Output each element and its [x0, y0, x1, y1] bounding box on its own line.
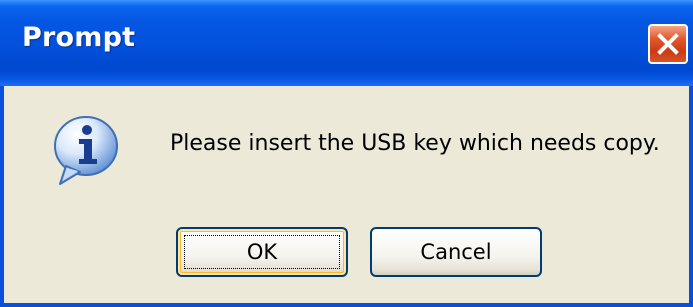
- title-bar[interactable]: Prompt: [0, 0, 693, 86]
- focus-rectangle: [184, 235, 340, 269]
- close-button[interactable]: [648, 24, 688, 64]
- info-icon: [54, 116, 118, 185]
- close-icon: [657, 33, 679, 55]
- dialog-message: Please insert the USB key which needs co…: [170, 131, 660, 156]
- cancel-button-label: Cancel: [420, 240, 492, 264]
- cancel-button[interactable]: Cancel: [370, 227, 542, 277]
- prompt-dialog: Prompt Please insert the USB key which n…: [0, 0, 693, 307]
- ok-button[interactable]: OK: [176, 227, 348, 277]
- window-title: Prompt: [22, 22, 136, 53]
